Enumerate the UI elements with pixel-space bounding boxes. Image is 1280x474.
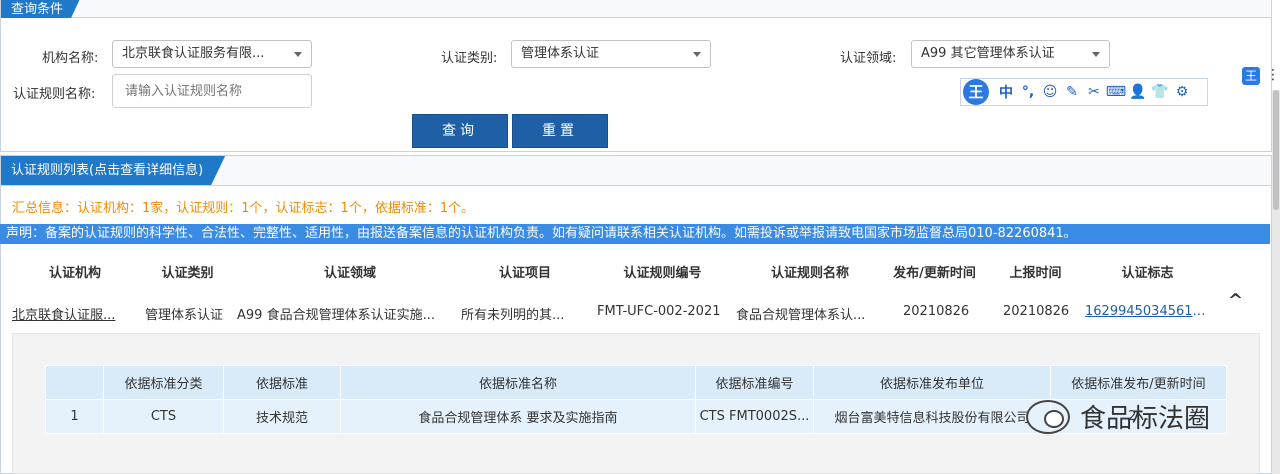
std-col-publisher: 依据标准发布单位 bbox=[813, 365, 1051, 400]
col-header-type: 认证类别 bbox=[161, 266, 214, 281]
ime-logo-icon[interactable]: 王 bbox=[963, 79, 989, 105]
col-header-project: 认证项目 bbox=[498, 266, 551, 281]
ime-scissors-icon[interactable]: ✂ bbox=[1083, 84, 1105, 100]
col-header-mark: 认证标志 bbox=[1121, 266, 1174, 281]
row-name: 食品合规管理体系认... bbox=[736, 308, 866, 323]
col-header-org: 认证机构 bbox=[48, 266, 101, 281]
std-code: CTS FMT0002S... bbox=[695, 399, 814, 434]
org-select-value: 北京联食认证服务有限... bbox=[122, 46, 265, 61]
std-col-category: 依据标准分类 bbox=[103, 365, 224, 400]
row-org-link[interactable]: 北京联食认证服... bbox=[12, 304, 130, 323]
std-col-name: 依据标准名称 bbox=[340, 365, 696, 400]
scrollbar-thumb[interactable] bbox=[1273, 90, 1279, 210]
std-index: 1 bbox=[45, 399, 104, 434]
standards-header-row: 依据标准分类 依据标准 依据标准名称 依据标准编号 依据标准发布单位 依据标准发… bbox=[45, 365, 1227, 400]
side-ime-icon[interactable]: 王 bbox=[1242, 67, 1260, 85]
summary-text: 汇总信息：认证机构：1家，认证规则：1个，认证标志：1个，依据标准：1个。 bbox=[12, 201, 475, 216]
chevron-down-icon bbox=[1092, 52, 1100, 57]
row-type: 管理体系认证 bbox=[145, 308, 224, 323]
type-label: 认证类别: bbox=[441, 51, 498, 66]
rule-list-title[interactable]: 认证规则列表(点击查看详细信息) bbox=[1, 156, 225, 185]
org-label: 机构名称: bbox=[42, 51, 99, 66]
watermark: 食品标法圈 bbox=[1026, 398, 1210, 435]
org-select[interactable]: 北京联食认证服务有限... bbox=[112, 40, 312, 68]
std-col-code: 依据标准编号 bbox=[695, 365, 814, 400]
row-code: FMT-UFC-002-2021 bbox=[597, 304, 721, 319]
type-select-value: 管理体系认证 bbox=[521, 46, 600, 61]
row-report: 20210826 bbox=[1003, 304, 1070, 319]
wechat-icon bbox=[1026, 399, 1070, 434]
scrollbar-track[interactable] bbox=[1272, 90, 1280, 474]
std-col-index bbox=[45, 365, 104, 400]
std-col-standard: 依据标准 bbox=[223, 365, 341, 400]
row-mark-link[interactable]: 16299450345617... bbox=[1085, 304, 1213, 319]
rule-list-header: 认证规则列表(点击查看详细信息) bbox=[1, 156, 1271, 186]
row-project: 所有未列明的其... bbox=[461, 308, 565, 323]
col-header-field: 认证领域 bbox=[323, 266, 376, 281]
ime-emoji-icon[interactable]: ☺ bbox=[1039, 84, 1061, 100]
std-name: 食品合规管理体系 要求及实施指南 bbox=[340, 399, 696, 434]
ime-user-icon[interactable]: 👤 bbox=[1127, 84, 1149, 100]
std-col-date: 依据标准发布/更新时间 bbox=[1050, 365, 1227, 400]
ime-keyboard-icon[interactable]: ⌨ bbox=[1105, 84, 1127, 100]
query-panel-header: 查询条件 bbox=[1, 0, 1271, 18]
std-publisher: 烟台富美特信息科技股份有限公司 bbox=[813, 399, 1051, 434]
col-header-publish: 发布/更新时间 bbox=[893, 266, 976, 281]
query-panel-title: 查询条件 bbox=[1, 0, 85, 18]
ime-settings-icon[interactable]: ⚙ bbox=[1171, 84, 1193, 100]
row-field: A99 食品合规管理体系认证实施... bbox=[237, 308, 435, 323]
std-standard: 技术规范 bbox=[223, 399, 341, 434]
search-button[interactable]: 查询 bbox=[412, 114, 508, 148]
type-select[interactable]: 管理体系认证 bbox=[511, 40, 711, 68]
watermark-text: 食品标法圈 bbox=[1080, 404, 1211, 434]
col-header-code: 认证规则编号 bbox=[623, 266, 702, 281]
std-category: CTS bbox=[103, 399, 224, 434]
rule-name-input[interactable] bbox=[112, 74, 312, 108]
chevron-down-icon bbox=[294, 52, 302, 57]
col-header-report: 上报时间 bbox=[1009, 266, 1062, 281]
ime-chinese-mode-icon[interactable]: 中 bbox=[995, 82, 1017, 102]
ime-toolbar[interactable]: 王 中 °, ☺ ✎ ✂ ⌨ 👤 👕 ⚙ bbox=[960, 78, 1208, 106]
row-publish: 20210826 bbox=[903, 304, 970, 319]
reset-button[interactable]: 重置 bbox=[512, 114, 608, 148]
disclaimer-banner: 声明：备案的认证规则的科学性、合法性、完整性、适用性，由报送备案信息的认证机构负… bbox=[0, 224, 1270, 244]
field-select-value: A99 其它管理体系认证 bbox=[921, 46, 1055, 61]
collapse-icon[interactable]: ^ bbox=[1228, 290, 1243, 311]
field-select[interactable]: A99 其它管理体系认证 bbox=[911, 40, 1110, 68]
side-more-icon[interactable]: ⋮ bbox=[1266, 67, 1280, 83]
rule-name-label: 认证规则名称: bbox=[13, 87, 96, 102]
ime-skin-icon[interactable]: 👕 bbox=[1149, 84, 1171, 100]
ime-handwrite-icon[interactable]: ✎ bbox=[1061, 84, 1083, 100]
field-label: 认证领域: bbox=[840, 51, 897, 66]
col-header-name: 认证规则名称 bbox=[770, 266, 849, 281]
chevron-down-icon bbox=[693, 52, 701, 57]
ime-punctuation-icon[interactable]: °, bbox=[1017, 84, 1039, 100]
